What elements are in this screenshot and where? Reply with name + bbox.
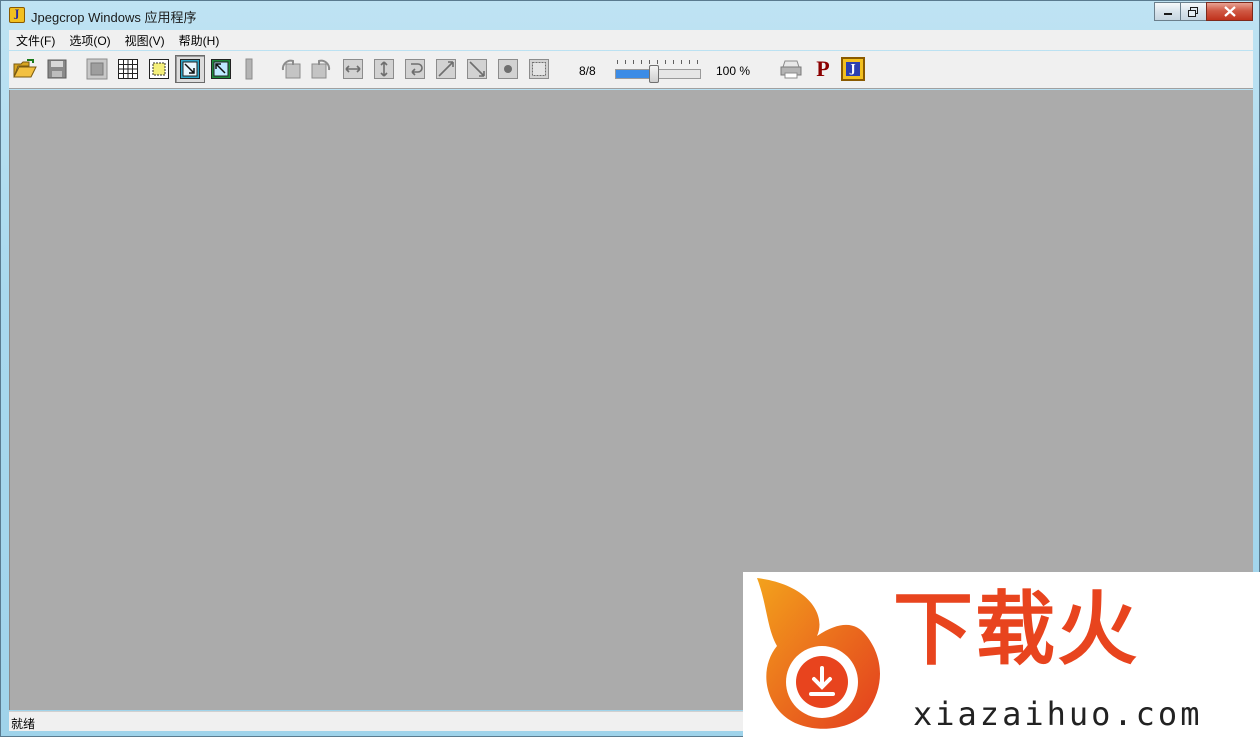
flame-logo-icon	[757, 578, 880, 729]
grid-button[interactable]	[116, 57, 140, 81]
transpose-icon	[436, 59, 456, 79]
drop-icon	[498, 59, 518, 79]
crop-select-button[interactable]	[147, 57, 171, 81]
transverse-button[interactable]	[465, 57, 489, 81]
menu-help[interactable]: 帮助(H)	[172, 32, 227, 49]
minimize-icon	[1163, 12, 1172, 15]
title-bar[interactable]: J Jpegcrop Windows 应用程序	[1, 1, 1259, 29]
crop-select-icon	[149, 59, 169, 79]
flip-vertical-icon	[374, 59, 394, 79]
trim-icon	[529, 59, 549, 79]
fit-window-icon	[180, 59, 200, 79]
flip-horizontal-button[interactable]	[341, 57, 365, 81]
trim-button[interactable]	[527, 57, 551, 81]
grayscale-button[interactable]	[85, 57, 109, 81]
menu-view[interactable]: 视图(V)	[118, 32, 172, 49]
print-button[interactable]	[779, 57, 803, 81]
p-button[interactable]: P	[811, 57, 835, 81]
open-folder-icon	[13, 59, 37, 78]
menu-bar: 文件(F) 选项(O) 视图(V) 帮助(H)	[9, 30, 1253, 50]
progressive-icon	[245, 58, 253, 80]
window-title: Jpegcrop Windows 应用程序	[31, 10, 197, 25]
menu-file[interactable]: 文件(F)	[9, 32, 62, 49]
rotate-180-button[interactable]	[403, 57, 427, 81]
flip-vertical-button[interactable]	[372, 57, 396, 81]
fit-window-button[interactable]	[175, 55, 205, 83]
drop-button[interactable]	[496, 57, 520, 81]
quality-slider[interactable]	[615, 60, 701, 84]
menu-options[interactable]: 选项(O)	[62, 32, 117, 49]
watermark-url: xiazaihuo.com	[913, 695, 1203, 733]
about-icon: J	[841, 57, 865, 81]
zoom-fit-icon	[211, 59, 231, 79]
slider-ticks	[617, 60, 699, 64]
minimize-button[interactable]	[1154, 2, 1181, 21]
flip-horizontal-icon	[343, 59, 363, 79]
close-button[interactable]	[1206, 2, 1253, 21]
save-icon	[47, 59, 67, 79]
slider-thumb[interactable]	[649, 65, 659, 83]
rotate-right-button[interactable]	[309, 57, 333, 81]
zoom-fit-button[interactable]	[209, 57, 233, 81]
restore-icon	[1188, 6, 1198, 17]
transverse-icon	[467, 59, 487, 79]
rotate-right-icon	[311, 59, 331, 79]
about-icon-letter: J	[846, 62, 860, 76]
p-icon: P	[816, 56, 830, 81]
progressive-button[interactable]	[237, 57, 261, 81]
status-text: 就绪	[11, 717, 36, 731]
watermark-logo: 下载火 xiazaihuo.com	[743, 572, 1260, 737]
grayscale-icon	[86, 58, 108, 80]
app-icon[interactable]: J	[9, 7, 25, 23]
rotate-180-icon	[405, 59, 425, 79]
toolbar: 8/8 100 % P J	[9, 51, 1253, 89]
page-indicator: 8/8	[579, 64, 596, 78]
watermark-brand: 下载火	[893, 583, 1139, 676]
maximize-button[interactable]	[1180, 2, 1207, 21]
grid-icon	[118, 59, 138, 79]
about-button[interactable]: J	[841, 57, 865, 81]
close-icon	[1223, 6, 1236, 17]
zoom-value: 100 %	[716, 64, 751, 78]
rotate-left-button[interactable]	[279, 57, 303, 81]
transpose-button[interactable]	[434, 57, 458, 81]
print-icon	[780, 60, 802, 79]
open-button[interactable]	[13, 57, 37, 81]
rotate-left-icon	[281, 59, 301, 79]
save-button[interactable]	[45, 57, 69, 81]
